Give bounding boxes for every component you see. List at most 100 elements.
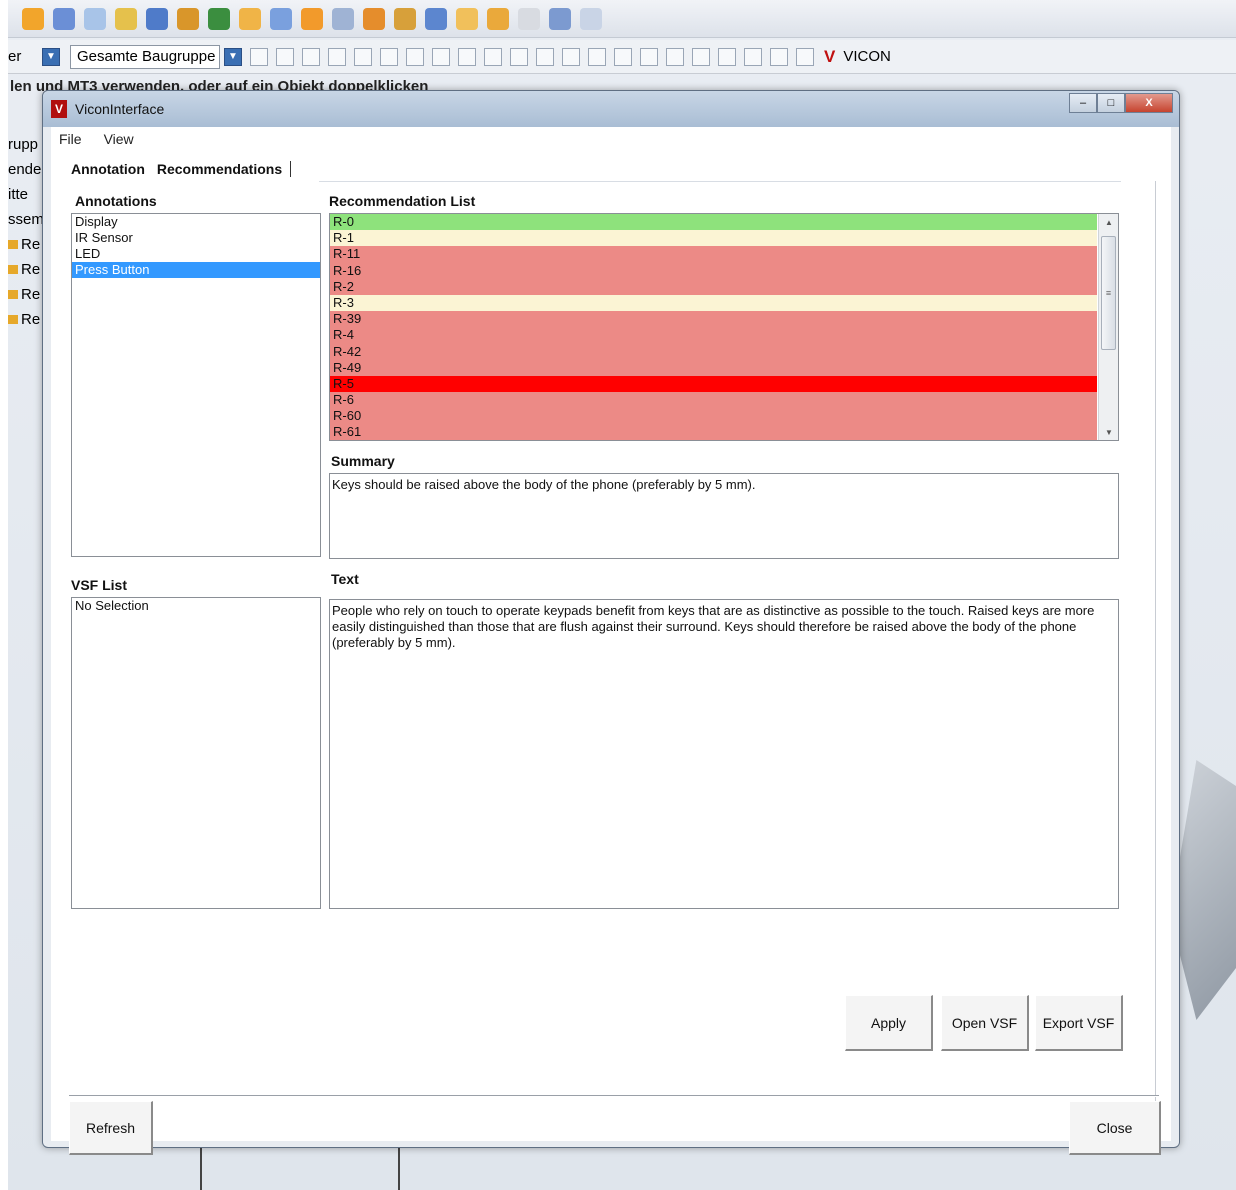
recommendation-row[interactable]: R-16 xyxy=(330,262,1097,279)
tool-icon[interactable] xyxy=(276,47,294,66)
tab-annotation[interactable]: Annotation xyxy=(71,161,145,177)
maximize-button[interactable]: □ xyxy=(1097,93,1125,113)
tab-recommendations[interactable]: Recommendations xyxy=(157,161,292,177)
list-item[interactable]: LED xyxy=(72,246,320,262)
tool-icon[interactable] xyxy=(328,47,346,66)
tool-icon[interactable] xyxy=(432,47,450,66)
vsf-list[interactable]: No Selection xyxy=(71,597,321,909)
tool-icon[interactable] xyxy=(406,47,424,66)
toolbar-icon[interactable] xyxy=(177,7,199,30)
list-item[interactable]: IR Sensor xyxy=(72,230,320,246)
toolbar-icon[interactable] xyxy=(518,7,540,30)
tree-item-label: Re xyxy=(21,236,41,253)
recommendation-row[interactable]: R-4 xyxy=(330,327,1097,344)
recommendation-list-label: Recommendation List xyxy=(329,193,476,209)
minimize-icon: – xyxy=(1079,97,1087,109)
list-item-selected[interactable]: Press Button xyxy=(72,262,320,278)
window-client-area: File View Annotation Recommendations Ann… xyxy=(51,127,1171,1155)
recommendation-row[interactable]: R-5 xyxy=(330,375,1097,393)
toolbar-icon[interactable] xyxy=(425,7,447,30)
toolbar-icon[interactable] xyxy=(53,7,75,30)
toolbar-icon[interactable] xyxy=(270,7,292,30)
close-icon: X xyxy=(1145,97,1153,109)
refresh-button[interactable]: Refresh xyxy=(69,1101,153,1155)
recommendation-row[interactable]: R-49 xyxy=(330,359,1097,376)
open-vsf-button[interactable]: Open VSF xyxy=(941,995,1029,1051)
list-item[interactable]: No Selection xyxy=(72,598,320,614)
recommendation-row[interactable]: R-42 xyxy=(330,343,1097,360)
recommendation-row[interactable]: R-60 xyxy=(330,408,1097,425)
recommendation-list[interactable]: R-0 R-1 R-11 R-16 R-2 R-3 R-39 R-4 R-42 R-49 R-5 R-… xyxy=(329,213,1119,441)
tool-icon[interactable] xyxy=(562,47,580,66)
tool-icon[interactable] xyxy=(614,47,632,66)
window-controls: – □ X xyxy=(1069,93,1173,113)
tool-icon[interactable] xyxy=(510,47,528,66)
toolbar-icon[interactable] xyxy=(239,7,261,30)
tool-icon[interactable] xyxy=(536,47,554,66)
chevron-down-icon[interactable]: ▼ xyxy=(224,47,242,66)
toolbar-icon[interactable] xyxy=(208,7,230,30)
toolbar-icon[interactable] xyxy=(332,7,354,30)
toolbar-icon[interactable] xyxy=(301,7,323,30)
description-text: People who rely on touch to operate keyp… xyxy=(332,603,1095,650)
scroll-up-icon[interactable]: ▲ xyxy=(1099,214,1118,230)
menu-view[interactable]: View xyxy=(104,131,134,147)
toolbar-icon[interactable] xyxy=(549,7,571,30)
assembly-combo[interactable]: Gesamte Baugruppe xyxy=(70,44,220,69)
tab-divider xyxy=(319,181,1121,182)
toolbar-icon[interactable] xyxy=(22,7,44,30)
tool-icon[interactable] xyxy=(666,47,684,66)
tool-icon[interactable] xyxy=(458,47,476,66)
recommendation-row[interactable]: R-2 xyxy=(330,278,1097,295)
toolbar-icon[interactable] xyxy=(115,7,137,30)
vicon-interface-window: V ViconInterface – □ X File View Annotat… xyxy=(42,90,1180,1155)
tool-icon[interactable] xyxy=(484,47,502,66)
window-titlebar[interactable]: V ViconInterface – □ X xyxy=(43,91,1179,127)
recommendation-row[interactable]: R-39 xyxy=(330,311,1097,328)
recommendation-row[interactable]: R-6 xyxy=(330,392,1097,409)
text-textbox[interactable]: People who rely on touch to operate keyp… xyxy=(329,599,1119,909)
toolbar-icon[interactable] xyxy=(84,7,106,30)
tool-icon[interactable] xyxy=(796,47,814,66)
annotations-list[interactable]: Display IR Sensor LED Press Button xyxy=(71,213,321,557)
host-left-combo[interactable]: er xyxy=(8,46,38,68)
tool-icon[interactable] xyxy=(770,47,788,66)
close-button[interactable]: Close xyxy=(1069,1101,1161,1155)
toolbar-icon[interactable] xyxy=(580,7,602,30)
tool-icon[interactable] xyxy=(354,47,372,66)
tool-icon[interactable] xyxy=(380,47,398,66)
tool-icon[interactable] xyxy=(302,47,320,66)
recommendation-row[interactable]: R-3 xyxy=(330,294,1097,312)
tool-icon[interactable] xyxy=(692,47,710,66)
toolbar-icon[interactable] xyxy=(487,7,509,30)
scroll-down-icon[interactable]: ▼ xyxy=(1099,424,1118,440)
export-vsf-button[interactable]: Export VSF xyxy=(1035,995,1123,1051)
menu-file[interactable]: File xyxy=(59,131,82,147)
toolbar-icon[interactable] xyxy=(456,7,478,30)
toolbar-icon[interactable] xyxy=(146,7,168,30)
tool-icon[interactable] xyxy=(588,47,606,66)
recommendation-row[interactable]: R-0 xyxy=(330,214,1097,231)
list-item[interactable]: Display xyxy=(72,214,320,230)
folder-icon xyxy=(8,290,18,299)
tool-icon[interactable] xyxy=(718,47,736,66)
tool-icon[interactable] xyxy=(744,47,762,66)
recommendation-row[interactable]: R-61 xyxy=(330,424,1097,440)
recommendation-scrollbar[interactable]: ▲ ≡ ▼ xyxy=(1098,214,1118,440)
chevron-down-icon[interactable]: ▼ xyxy=(42,47,60,66)
vicon-label[interactable]: VICON xyxy=(843,48,891,65)
minimize-button[interactable]: – xyxy=(1069,93,1097,113)
summary-label: Summary xyxy=(331,453,395,469)
summary-textbox[interactable]: Keys should be raised above the body of … xyxy=(329,473,1119,559)
vicon-logo-icon[interactable]: V xyxy=(824,47,835,67)
recommendation-row[interactable]: R-1 xyxy=(330,230,1097,247)
scroll-thumb[interactable]: ≡ xyxy=(1101,236,1116,350)
tool-icon[interactable] xyxy=(250,47,268,66)
tool-icon[interactable] xyxy=(640,47,658,66)
vicon-app-icon: V xyxy=(51,100,67,118)
recommendation-row[interactable]: R-11 xyxy=(330,246,1097,263)
toolbar-icon[interactable] xyxy=(363,7,385,30)
toolbar-icon[interactable] xyxy=(394,7,416,30)
apply-button[interactable]: Apply xyxy=(845,995,933,1051)
close-window-button[interactable]: X xyxy=(1125,93,1173,113)
